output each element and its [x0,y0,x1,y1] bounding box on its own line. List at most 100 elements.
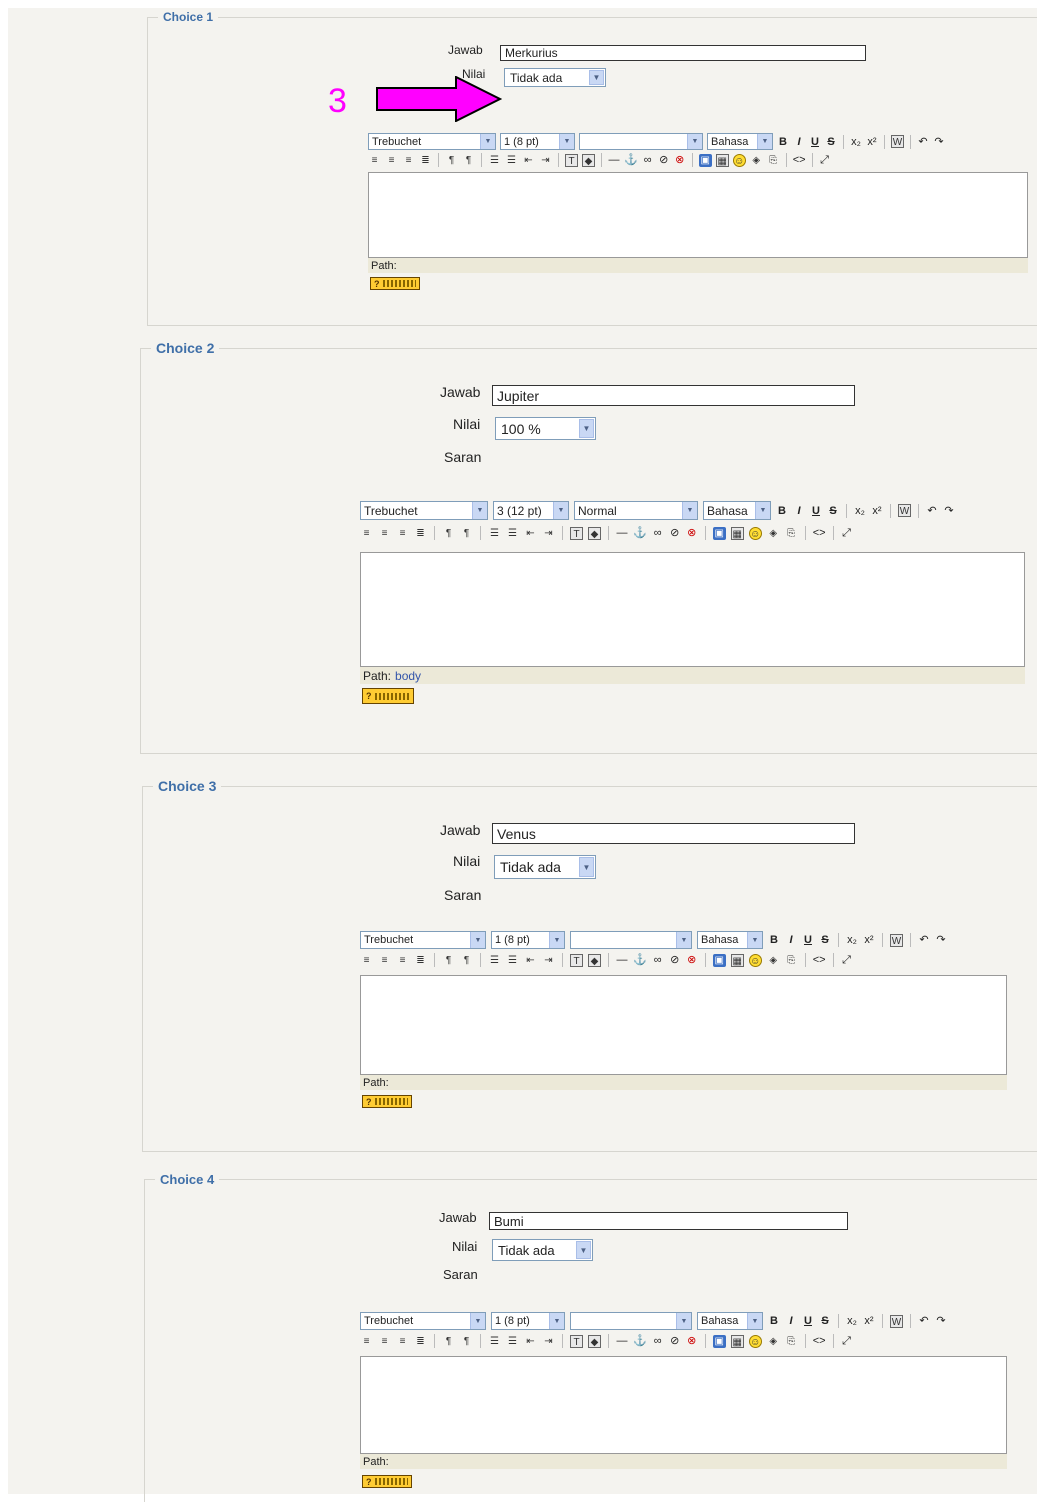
size-select[interactable]: 1 (8 pt) ▼ [491,931,565,949]
font-select[interactable]: Trebuchet ▼ [360,1312,486,1330]
align-justify-icon[interactable]: ≣ [414,527,427,540]
ltr-icon[interactable]: ¶ [442,527,455,540]
redo-button[interactable]: ↷ [933,134,945,150]
insert-image-icon[interactable]: ▣ [712,953,726,967]
align-justify-icon[interactable]: ≣ [414,1335,427,1348]
subscript-button[interactable]: x₂ [846,932,858,948]
size-select[interactable]: 1 (8 pt) ▼ [500,133,575,150]
choice-3-editor-area[interactable] [360,975,1007,1075]
link-button[interactable]: ∞ [652,525,664,541]
text-color-icon[interactable]: T [570,953,583,967]
subscript-button[interactable]: x₂ [846,1313,858,1329]
rtl-icon[interactable]: ¶ [460,1335,473,1348]
choice-1-help-button[interactable]: ? [370,277,420,290]
align-right-icon[interactable]: ≡ [396,954,409,967]
fullscreen-button[interactable]: ⤢ [841,525,853,541]
ordered-list-icon[interactable]: ☰ [488,1335,501,1348]
subscript-button[interactable]: x₂ [854,503,866,519]
unlink-button[interactable]: ⊘ [669,1333,681,1349]
choice-4-jawab-input[interactable]: Bumi [489,1212,848,1230]
horizontal-rule-button[interactable]: — [608,152,620,168]
choice-2-help-button[interactable]: ? [362,688,414,704]
align-justify-icon[interactable]: ≣ [414,954,427,967]
nolink-button[interactable]: ⊗ [686,952,698,968]
font-select[interactable]: Trebuchet ▼ [360,931,486,949]
align-center-icon[interactable]: ≡ [385,154,398,167]
text-color-icon[interactable]: T [565,153,578,167]
link-button[interactable]: ∞ [642,152,654,168]
background-color-icon[interactable]: ◆ [588,953,601,967]
choice-1-nilai-select[interactable]: Tidak ada ▼ [504,68,606,87]
underline-button[interactable]: U [809,134,821,150]
text-color-icon[interactable]: T [570,526,583,540]
outdent-icon[interactable]: ⇤ [524,527,537,540]
search-replace-icon[interactable]: ⎘ [767,154,780,167]
italic-button[interactable]: I [793,134,805,150]
choice-3-nilai-select[interactable]: Tidak ada ▼ [494,855,596,879]
special-char-icon[interactable]: ◈ [767,527,780,540]
format-select[interactable]: ▼ [570,1312,692,1330]
bold-button[interactable]: B [768,1313,780,1329]
align-left-icon[interactable]: ≡ [360,1335,373,1348]
html-source-button[interactable]: <> [813,1333,826,1349]
format-select[interactable]: Normal ▼ [574,501,698,520]
smiley-icon[interactable]: ☺ [748,1334,762,1348]
background-color-icon[interactable]: ◆ [582,153,595,167]
horizontal-rule-button[interactable]: — [616,525,628,541]
align-justify-icon[interactable]: ≣ [419,154,432,167]
search-replace-icon[interactable]: ⎘ [785,527,798,540]
align-right-icon[interactable]: ≡ [396,527,409,540]
smiley-icon[interactable]: ☺ [732,153,746,167]
align-center-icon[interactable]: ≡ [378,527,391,540]
fullscreen-button[interactable]: ⤢ [841,952,853,968]
choice-4-nilai-select[interactable]: Tidak ada ▼ [492,1239,593,1261]
language-select[interactable]: Bahasa ▼ [707,133,773,150]
indent-icon[interactable]: ⇥ [539,154,552,167]
insert-image-icon[interactable]: ▣ [698,153,712,167]
background-color-icon[interactable]: ◆ [588,526,601,540]
underline-button[interactable]: U [802,932,814,948]
search-replace-icon[interactable]: ⎘ [785,1335,798,1348]
word-clean-icon[interactable]: W [898,504,911,517]
smiley-icon[interactable]: ☺ [748,953,762,967]
search-replace-icon[interactable]: ⎘ [785,954,798,967]
subscript-button[interactable]: x₂ [850,134,862,150]
ltr-icon[interactable]: ¶ [442,954,455,967]
html-source-button[interactable]: <> [813,525,826,541]
choice-1-jawab-input[interactable]: Merkurius [500,45,866,61]
anchor-button[interactable]: ⚓ [624,152,638,168]
insert-image-icon[interactable]: ▣ [712,1334,726,1348]
choice-2-nilai-select[interactable]: 100 % ▼ [495,417,596,440]
anchor-button[interactable]: ⚓ [633,952,647,968]
underline-button[interactable]: U [802,1313,814,1329]
italic-button[interactable]: I [793,503,805,519]
bold-button[interactable]: B [777,134,789,150]
text-color-icon[interactable]: T [570,1334,583,1348]
unordered-list-icon[interactable]: ☰ [506,1335,519,1348]
html-source-button[interactable]: <> [813,952,826,968]
choice-4-editor-area[interactable] [360,1356,1007,1454]
redo-button[interactable]: ↷ [935,1313,947,1329]
undo-button[interactable]: ↶ [917,134,929,150]
nolink-button[interactable]: ⊗ [686,1333,698,1349]
indent-icon[interactable]: ⇥ [542,527,555,540]
background-color-icon[interactable]: ◆ [588,1334,601,1348]
insert-table-icon[interactable]: ▦ [730,526,744,540]
ltr-icon[interactable]: ¶ [442,1335,455,1348]
undo-button[interactable]: ↶ [918,1313,930,1329]
font-select[interactable]: Trebuchet ▼ [368,133,496,150]
align-center-icon[interactable]: ≡ [378,954,391,967]
link-button[interactable]: ∞ [652,1333,664,1349]
unordered-list-icon[interactable]: ☰ [506,954,519,967]
anchor-button[interactable]: ⚓ [633,525,647,541]
superscript-button[interactable]: x² [866,134,878,150]
font-select[interactable]: Trebuchet ▼ [360,501,488,520]
indent-icon[interactable]: ⇥ [542,1335,555,1348]
choice-2-editor-area[interactable] [360,552,1025,667]
superscript-button[interactable]: x² [871,503,883,519]
rtl-icon[interactable]: ¶ [460,954,473,967]
language-select[interactable]: Bahasa ▼ [703,501,771,520]
bold-button[interactable]: B [768,932,780,948]
insert-table-icon[interactable]: ▦ [730,953,744,967]
html-source-button[interactable]: <> [793,152,806,168]
